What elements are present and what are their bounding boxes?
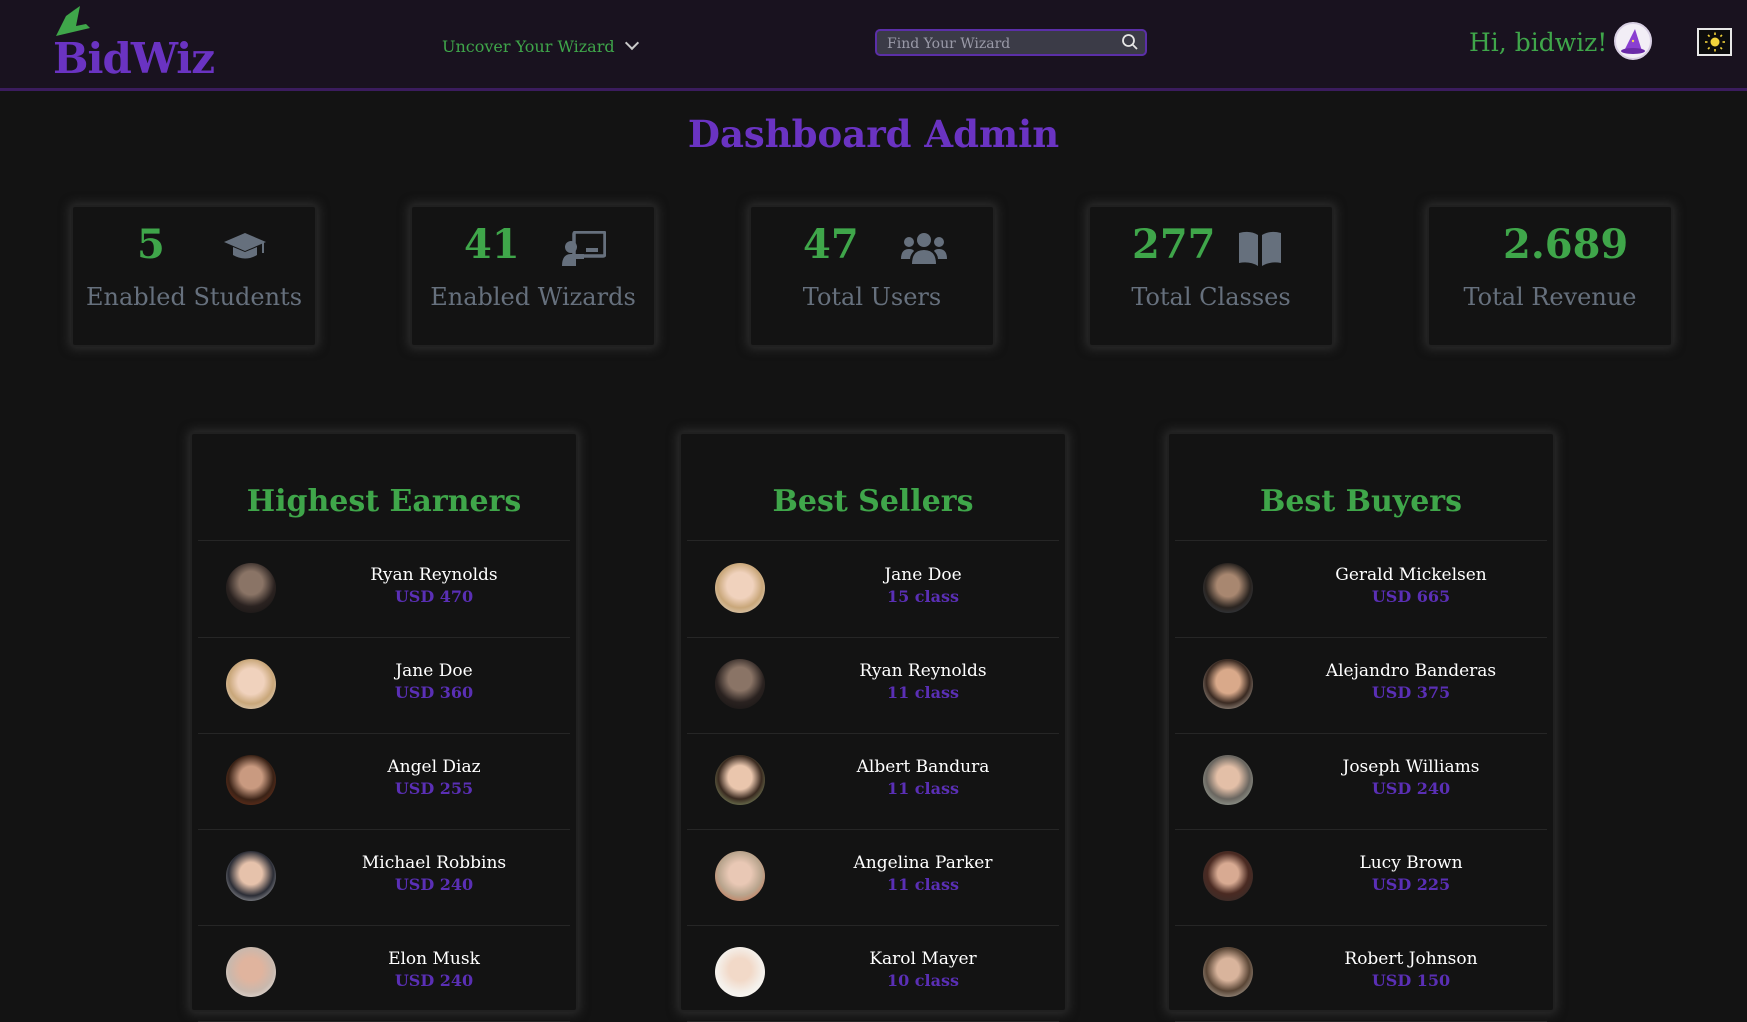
list-item[interactable]: Jane Doe 15 class [687,541,1059,638]
avatar [1203,563,1253,613]
uncover-wizard-dropdown[interactable]: Uncover Your Wizard [442,34,639,58]
users-icon [901,233,947,264]
avatar [1203,851,1253,901]
user-value: USD 240 [394,875,474,894]
user-value: USD 150 [1371,971,1451,990]
user-name: Elon Musk [388,949,480,969]
user-value: 15 class [886,587,960,606]
avatar [226,851,276,901]
user-value: USD 375 [1371,683,1451,702]
user-name: Ryan Reynolds [859,661,987,681]
best-sellers-panel: Best Sellers Jane Doe 15 class Ryan Reyn… [679,432,1067,1022]
user-value: 11 class [886,875,960,894]
user-value: USD 255 [394,779,474,798]
stat-card-total-users: 47 Total Users [749,205,995,347]
stat-card-enabled-wizards: 41 Enabled Wizards [410,205,656,347]
avatar [715,851,765,901]
stat-label: Enabled Students [85,283,303,311]
user-name: Ryan Reynolds [370,565,498,585]
logo-text: BidWiz [53,34,215,83]
list-item[interactable]: Angel Diaz USD 255 [198,733,570,830]
panel-title: Highest Earners [246,484,522,519]
user-value: 11 class [886,779,960,798]
list-item[interactable]: Gerald Mickelsen USD 665 [1175,541,1547,638]
best-buyers-panel: Best Buyers Gerald Mickelsen USD 665 Ale… [1167,432,1555,1022]
user-value: USD 470 [394,587,474,606]
avatar [715,659,765,709]
user-value: 10 class [886,971,960,990]
user-name: Gerald Mickelsen [1335,565,1487,585]
highest-earners-panel: Highest Earners Ryan Reynolds USD 470 Ja… [190,432,578,1022]
theme-toggle-button[interactable] [1697,28,1732,56]
user-name: Angel Diaz [387,757,481,777]
list-item[interactable]: Michael Robbins USD 240 [198,829,570,926]
stat-value: 277 [1132,221,1216,268]
avatar [715,563,765,613]
chevron-down-icon [624,35,639,51]
list-item[interactable]: Albert Bandura 11 class [687,733,1059,830]
stat-value: 5 [137,221,165,268]
stat-value: 2.689 [1503,221,1629,268]
user-value: USD 240 [1371,779,1451,798]
search-bar [875,29,1147,56]
page-title: Dashboard Admin [687,112,1060,156]
search-input[interactable] [885,33,1119,55]
user-value: 11 class [886,683,960,702]
user-avatar[interactable] [1614,22,1652,60]
avatar [226,659,276,709]
stat-value: 47 [803,221,859,268]
user-name: Jane Doe [884,565,962,585]
logo[interactable]: BidWiz [50,4,215,83]
stat-label: Enabled Wizards [430,283,636,311]
avatar [226,563,276,613]
sun-icon [1704,32,1725,52]
user-name: Jane Doe [395,661,473,681]
user-name: Karol Mayer [869,949,977,969]
panel-title: Best Buyers [1259,484,1463,519]
stat-value: 41 [464,221,520,268]
list-item[interactable]: Elon Musk USD 240 [198,925,570,1022]
chalkboard-teacher-icon [562,231,606,266]
user-name: Angelina Parker [853,853,993,873]
user-name: Lucy Brown [1359,853,1463,873]
user-value: USD 360 [394,683,474,702]
user-name: Alejandro Banderas [1325,661,1497,681]
wizard-hat-avatar-icon [1621,29,1645,54]
avatar [715,755,765,805]
user-greeting: Hi, bidwiz! [1469,28,1608,57]
list-item[interactable]: Angelina Parker 11 class [687,829,1059,926]
list-item[interactable]: Alejandro Banderas USD 375 [1175,637,1547,734]
user-value: USD 225 [1371,875,1451,894]
list-item[interactable]: Karol Mayer 10 class [687,925,1059,1022]
list-item[interactable]: Robert Johnson USD 150 [1175,925,1547,1022]
list-item[interactable]: Jane Doe USD 360 [198,637,570,734]
list-item[interactable]: Lucy Brown USD 225 [1175,829,1547,926]
stat-card-total-revenue: 2.689 Total Revenue [1427,205,1673,347]
user-value: USD 665 [1371,587,1451,606]
search-icon[interactable] [1121,33,1139,51]
graduation-cap-icon [224,233,266,259]
list-item[interactable]: Ryan Reynolds 11 class [687,637,1059,734]
book-open-icon [1239,231,1281,266]
dropdown-label: Uncover Your Wizard [442,36,615,56]
user-name: Michael Robbins [361,853,507,873]
panel-title: Best Sellers [772,484,974,519]
stat-label: Total Revenue [1463,283,1637,311]
stat-card-total-classes: 277 Total Classes [1088,205,1334,347]
user-name: Robert Johnson [1344,949,1478,969]
avatar [1203,755,1253,805]
list-item[interactable]: Ryan Reynolds USD 470 [198,541,570,638]
user-value: USD 240 [394,971,474,990]
avatar [226,755,276,805]
stat-label: Total Users [802,283,942,311]
stat-card-enabled-students: 5 Enabled Students [71,205,317,347]
user-name: Joseph Williams [1342,757,1480,777]
user-name: Albert Bandura [856,757,990,777]
stat-label: Total Classes [1131,283,1291,311]
list-item[interactable]: Joseph Williams USD 240 [1175,733,1547,830]
avatar [1203,659,1253,709]
navbar: BidWiz Uncover Your Wizard Hi, bidwiz! [0,0,1747,91]
